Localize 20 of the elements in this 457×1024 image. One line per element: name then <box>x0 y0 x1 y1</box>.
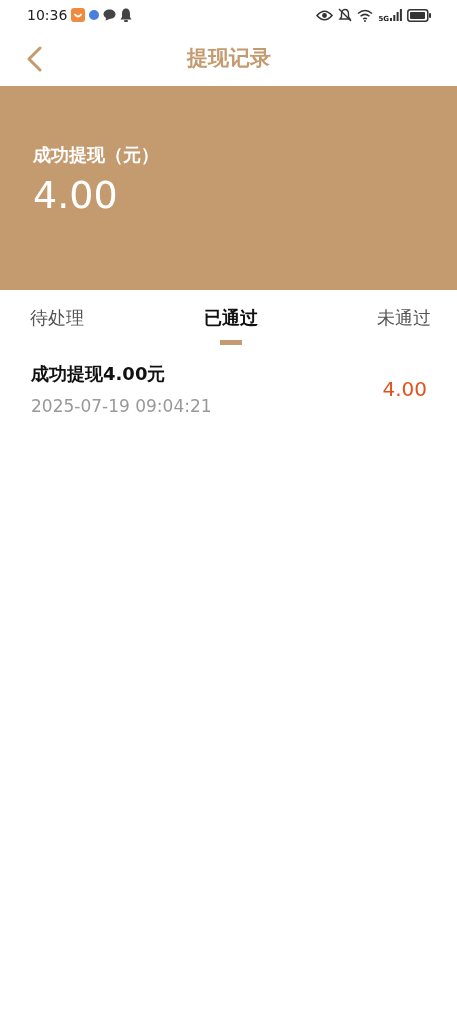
tab[interactable]: 未通过 <box>377 306 431 330</box>
record-amount: 4.00 <box>382 377 427 401</box>
battery-icon <box>407 8 431 22</box>
page-title: 提现记录 <box>186 45 271 72</box>
chat-bubble-icon <box>103 9 117 21</box>
signal-icon <box>390 9 402 21</box>
bell-icon <box>120 8 133 22</box>
app-notification-icon <box>71 8 86 22</box>
tab[interactable]: 已通过 <box>203 306 258 330</box>
wifi-icon <box>357 8 374 22</box>
dot-notification-icon <box>89 10 100 20</box>
tab-indicator <box>219 340 242 345</box>
status-time: 10:36 <box>27 7 68 23</box>
summary-label: 成功提现（元） <box>33 143 159 167</box>
tab[interactable]: 待处理 <box>30 306 84 330</box>
eye-icon <box>316 9 334 21</box>
summary-amount: 4.00 <box>33 173 118 217</box>
record-time: 2025-07-19 09:04:21 <box>31 396 212 416</box>
muted-bell-icon <box>338 8 353 22</box>
record-title: 成功提现4.00元 <box>31 362 167 386</box>
